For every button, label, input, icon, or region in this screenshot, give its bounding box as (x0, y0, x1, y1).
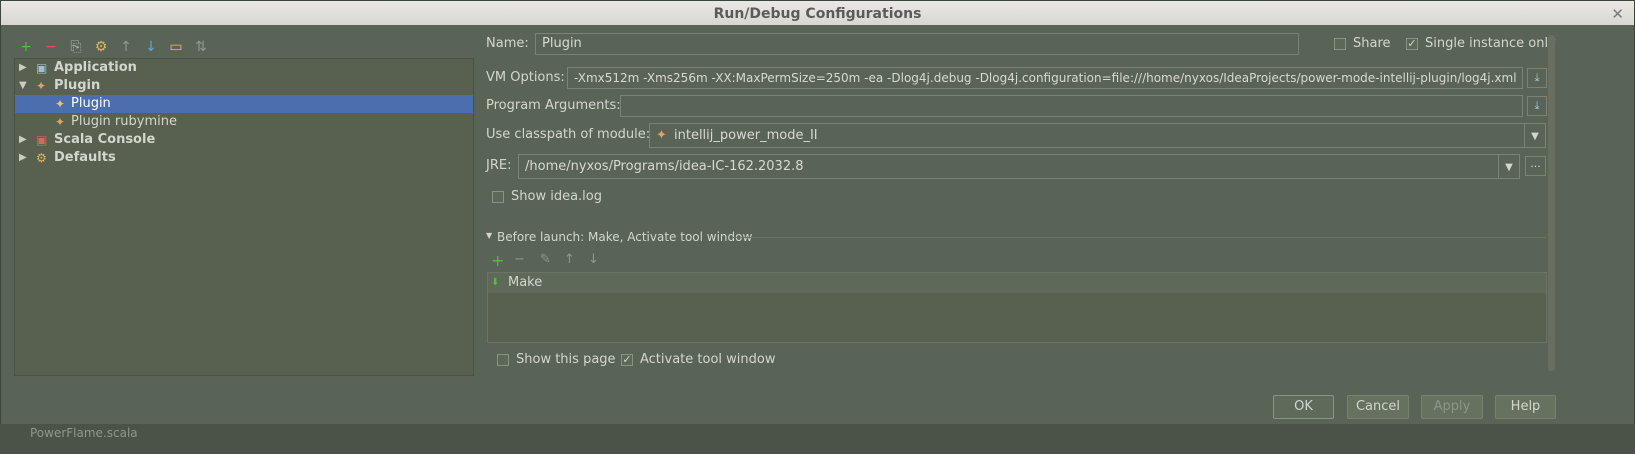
help-button[interactable]: Help (1495, 395, 1556, 419)
program-arguments-field[interactable] (620, 95, 1523, 117)
name-field[interactable]: Plugin (535, 33, 1299, 55)
jre-label: JRE: (486, 158, 512, 173)
move-up-icon[interactable]: ↑ (117, 38, 135, 56)
share-checkbox[interactable] (1334, 38, 1346, 50)
chevron-down-icon[interactable]: ▼ (1524, 124, 1545, 147)
expand-arrow-icon[interactable]: ▶ (19, 59, 29, 77)
single-instance-checkbox[interactable]: ✓ (1406, 38, 1418, 50)
background-file-tab: PowerFlame.scala (30, 426, 138, 440)
single-instance-label: Single instance only (1425, 36, 1556, 51)
before-launch-list[interactable]: ⬇ Make (487, 272, 1547, 343)
before-launch-header[interactable]: Before launch: Make, Activate tool windo… (497, 230, 752, 244)
move-down-icon[interactable]: ↓ (588, 252, 599, 267)
classpath-module-label: Use classpath of module: (486, 127, 651, 142)
plugin-icon: ✦ (656, 128, 667, 143)
title-bar: Run/Debug Configurations ✕ (1, 1, 1634, 25)
config-tree[interactable]: ▶ ▣ Application ▼ ✦ Plugin ✦ Plugin ✦ Pl… (14, 58, 474, 376)
show-page-label: Show this page (516, 352, 616, 367)
collapse-triangle-icon[interactable]: ▼ (486, 231, 492, 240)
name-label: Name: (486, 36, 529, 51)
activate-tool-window-checkbox[interactable]: ✓ (621, 354, 633, 366)
application-icon: ▣ (36, 61, 48, 75)
expand-field-icon[interactable]: ⤓ (1527, 96, 1547, 116)
expand-arrow-icon[interactable]: ▶ (19, 149, 29, 167)
collapse-arrow-icon[interactable]: ▼ (19, 77, 29, 95)
show-page-checkbox[interactable] (497, 354, 509, 366)
ok-button[interactable]: OK (1273, 395, 1334, 419)
move-up-icon[interactable]: ↑ (564, 252, 575, 267)
tree-item-defaults[interactable]: ▶ ⚙ Defaults (15, 149, 473, 167)
tree-item-application[interactable]: ▶ ▣ Application (15, 59, 473, 77)
chevron-down-icon[interactable]: ▼ (1498, 155, 1519, 178)
window-title: Run/Debug Configurations (713, 6, 922, 22)
classpath-module-select[interactable]: ✦ intellij_power_mode_II ▼ (649, 123, 1546, 148)
jre-select[interactable]: /home/nyxos/Programs/idea-IC-162.2032.8 … (518, 154, 1520, 179)
add-icon[interactable]: + (17, 38, 35, 56)
activate-tool-window-label: Activate tool window (640, 352, 776, 367)
jre-value: /home/nyxos/Programs/idea-IC-162.2032.8 (525, 159, 804, 174)
vm-options-label: VM Options: (486, 70, 565, 85)
expand-field-icon[interactable]: ⤓ (1527, 68, 1547, 88)
tree-item-plugin-rubymine[interactable]: ✦ Plugin rubymine (15, 113, 473, 131)
tree-item-label: Application (54, 60, 137, 75)
close-icon[interactable]: ✕ (1611, 1, 1624, 27)
copy-icon[interactable]: ⎘ (67, 38, 85, 56)
tree-item-label: Scala Console (54, 132, 156, 147)
tree-item-label: Plugin (54, 78, 101, 93)
tree-item-label: Plugin rubymine (71, 114, 177, 129)
tree-item-scala-console[interactable]: ▶ ▣ Scala Console (15, 131, 473, 149)
tree-item-plugin-group[interactable]: ▼ ✦ Plugin (15, 77, 473, 95)
plugin-icon: ✦ (36, 79, 47, 93)
program-arguments-label: Program Arguments: (486, 98, 621, 113)
folder-icon[interactable]: ▭ (167, 38, 185, 56)
classpath-module-value: intellij_power_mode_II (674, 128, 818, 143)
run-debug-dialog: Run/Debug Configurations ✕ + − ⎘ ⚙ ↑ ↓ ▭ ⇅ ▶ ▣ … (0, 0, 1635, 448)
scala-console-icon: ▣ (36, 133, 48, 147)
apply-button[interactable]: Apply (1421, 395, 1483, 419)
remove-icon[interactable]: − (42, 38, 60, 56)
show-idea-log-label: Show idea.log (511, 189, 602, 204)
browse-jre-button[interactable]: ··· (1525, 156, 1546, 176)
defaults-icon: ⚙ (36, 151, 47, 165)
tree-item-label: Plugin (71, 96, 111, 111)
plugin-icon: ✦ (55, 97, 66, 111)
settings-icon[interactable]: ⚙ (92, 38, 110, 56)
show-idea-log-checkbox[interactable] (492, 191, 504, 203)
background-editor-strip: PowerFlame.scala (0, 424, 1635, 454)
divider (731, 237, 1546, 238)
vm-options-field[interactable]: -Xmx512m -Xms256m -XX:MaxPermSize=250m -… (567, 67, 1523, 89)
plugin-icon: ✦ (55, 115, 66, 129)
remove-task-icon[interactable]: − (514, 252, 525, 267)
edit-task-icon[interactable]: ✎ (540, 252, 551, 267)
config-toolbar: + − ⎘ ⚙ ↑ ↓ ▭ ⇅ (17, 37, 210, 57)
make-icon: ⬇ (491, 277, 500, 288)
list-item-label: Make (508, 275, 543, 290)
add-task-icon[interactable]: + (491, 251, 504, 270)
sort-icon[interactable]: ⇅ (192, 38, 210, 56)
cancel-button[interactable]: Cancel (1347, 395, 1409, 419)
move-down-icon[interactable]: ↓ (142, 38, 160, 56)
scrollbar[interactable] (1548, 35, 1555, 371)
expand-arrow-icon[interactable]: ▶ (19, 131, 29, 149)
share-label: Share (1353, 36, 1391, 51)
tree-item-label: Defaults (54, 150, 116, 165)
tree-item-plugin[interactable]: ✦ Plugin (15, 95, 473, 113)
list-item[interactable]: ⬇ Make (488, 273, 1546, 293)
